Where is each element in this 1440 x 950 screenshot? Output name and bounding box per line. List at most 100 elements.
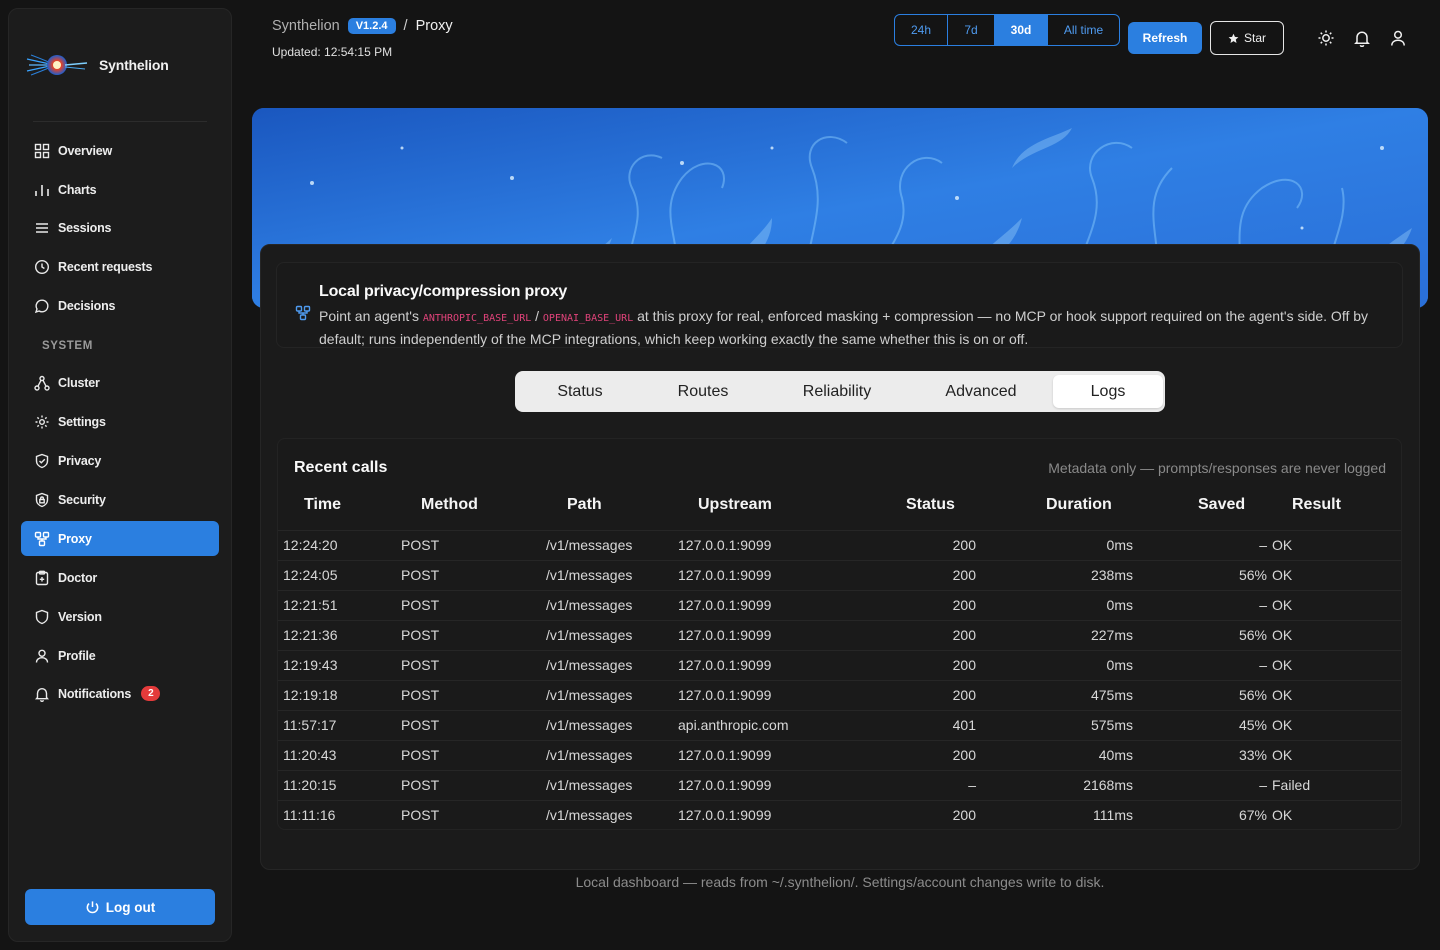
sidebar-item-overview[interactable]: Overview [21, 133, 219, 168]
cell-method: POST [401, 687, 440, 703]
table-row[interactable]: 11:20:15 POST/v1/messages 127.0.0.1:9099 – 2… [278, 770, 1401, 800]
table-row[interactable]: 11:20:43 POST/v1/messages 127.0.0.1:9099 20… [278, 740, 1401, 770]
cell-result: Failed [1272, 777, 1311, 793]
cluster-icon [34, 375, 50, 391]
cell-status: 200 [952, 747, 976, 763]
cell-duration: 0ms [1106, 657, 1133, 673]
cell-method: POST [401, 807, 440, 823]
sidebar-item-label: Settings [58, 414, 106, 429]
cell-method: POST [401, 627, 440, 643]
table-row[interactable]: 12:19:43 POST/v1/messages 127.0.0.1:9099 20… [278, 650, 1401, 680]
sidebar-item-label: Proxy [58, 531, 92, 546]
column-header-path[interactable]: Path [567, 496, 602, 514]
cell-method: POST [401, 747, 440, 763]
cell-path: /v1/messages [546, 777, 633, 793]
table-row[interactable]: 12:19:18 POST/v1/messages 127.0.0.1:9099 20… [278, 680, 1401, 710]
footer-note: Local dashboard — reads from ~/.syntheli… [575, 874, 1105, 890]
sidebar-item-decisions[interactable]: Decisions [21, 288, 219, 323]
column-header-method[interactable]: Method [421, 496, 478, 514]
cell-upstream: 127.0.0.1:9099 [678, 627, 772, 643]
cell-saved: 56% [1238, 567, 1267, 583]
sidebar-item-privacy[interactable]: Privacy [21, 443, 219, 478]
sidebar-item-security[interactable]: Security [21, 482, 219, 517]
column-header-time[interactable]: Time [304, 496, 341, 514]
cell-method: POST [401, 657, 440, 673]
cell-saved: 67% [1238, 807, 1267, 823]
range-all-time[interactable]: All time [1048, 15, 1119, 45]
cell-result: OK [1272, 747, 1293, 763]
cell-result: OK [1272, 717, 1293, 733]
table-row[interactable]: 11:57:17 POST/v1/messages api.anthropic.co… [278, 710, 1401, 740]
env-var-anthropic: ANTHROPIC_BASE_URL [422, 313, 532, 324]
sidebar-item-version[interactable]: Version [21, 599, 219, 634]
tab-routes[interactable]: Routes [641, 375, 765, 408]
cell-saved: – [1259, 537, 1267, 553]
tab-status[interactable]: Status [519, 375, 641, 408]
account-user-icon[interactable] [1389, 29, 1407, 47]
sidebar-item-label: Security [58, 492, 106, 507]
cell-result: OK [1272, 537, 1293, 553]
recent-calls-note: Metadata only — prompts/responses are ne… [1048, 460, 1386, 476]
sidebar-item-label: Profile [58, 648, 96, 663]
notifications-bell-icon[interactable] [1353, 29, 1371, 47]
table-row[interactable]: 11:11:16 POST/v1/messages 127.0.0.1:9099 20… [278, 800, 1401, 829]
sidebar-item-notifications[interactable]: Notifications 2 [21, 676, 219, 711]
logout-button[interactable]: Log out [25, 889, 215, 925]
column-header-upstream[interactable]: Upstream [698, 496, 772, 514]
proxy-info-callout: Local privacy/compression proxy Point an… [276, 262, 1403, 348]
brand[interactable]: Synthelion [25, 49, 169, 81]
cell-status: – [968, 777, 976, 793]
range-7d[interactable]: 7d [948, 15, 995, 45]
cell-result: OK [1272, 807, 1293, 823]
sidebar-item-recent-requests[interactable]: Recent requests [21, 249, 219, 284]
proxy-tabs: Status Routes Reliability Advanced Logs [515, 371, 1165, 412]
shield-icon [35, 609, 49, 624]
notification-count-badge: 2 [141, 686, 161, 701]
sidebar-item-profile[interactable]: Profile [21, 638, 219, 673]
column-header-saved[interactable]: Saved [1198, 496, 1245, 514]
star-button[interactable]: Star [1210, 21, 1284, 55]
cell-upstream: api.anthropic.com [678, 717, 789, 733]
sidebar-item-proxy[interactable]: Proxy [21, 521, 219, 556]
power-icon [86, 900, 99, 913]
cell-result: OK [1272, 567, 1293, 583]
table-row[interactable]: 12:21:36 POST/v1/messages 127.0.0.1:9099 20… [278, 620, 1401, 650]
range-30d[interactable]: 30d [995, 15, 1048, 45]
star-icon [1228, 33, 1239, 43]
cell-time: 11:11:16 [283, 807, 336, 823]
cell-saved: – [1259, 657, 1267, 673]
sidebar-item-settings[interactable]: Settings [21, 404, 219, 439]
breadcrumb-app[interactable]: Synthelion [272, 18, 340, 34]
cell-path: /v1/messages [546, 537, 633, 553]
sidebar-item-label: Doctor [58, 570, 98, 585]
tab-reliability[interactable]: Reliability [765, 375, 909, 408]
cell-time: 12:21:51 [283, 597, 338, 613]
shield-check-icon [35, 453, 49, 468]
cell-saved: 56% [1238, 687, 1267, 703]
column-header-result[interactable]: Result [1292, 496, 1341, 514]
recent-calls-card: Recent calls Metadata only — prompts/res… [277, 438, 1402, 830]
sidebar-item-cluster[interactable]: Cluster [21, 365, 219, 400]
user-icon [35, 649, 49, 663]
sidebar-item-doctor[interactable]: Doctor [21, 560, 219, 595]
table-row[interactable]: 12:21:51 POST/v1/messages 127.0.0.1:9099 20… [278, 590, 1401, 620]
clock-icon [34, 259, 50, 274]
refresh-button[interactable]: Refresh [1128, 22, 1202, 54]
sidebar-item-charts[interactable]: Charts [21, 172, 219, 207]
range-24h[interactable]: 24h [895, 15, 948, 45]
cell-duration: 475ms [1090, 687, 1133, 703]
sidebar-item-label: Overview [58, 143, 112, 158]
table-row[interactable]: 12:24:20 POST/v1/messages 127.0.0.1:9099 20… [278, 530, 1401, 560]
table-row[interactable]: 12:24:05 POST/v1/messages 127.0.0.1:9099 20… [278, 560, 1401, 590]
column-header-duration[interactable]: Duration [1046, 496, 1112, 514]
tab-logs[interactable]: Logs [1053, 375, 1163, 408]
version-badge: V1.2.4 [347, 18, 396, 34]
cell-status: 200 [952, 597, 976, 613]
theme-toggle-sun-icon[interactable] [1317, 29, 1335, 47]
tab-advanced[interactable]: Advanced [909, 375, 1053, 408]
column-header-status[interactable]: Status [906, 496, 955, 514]
cell-status: 200 [952, 657, 976, 673]
cell-duration: 111ms [1093, 807, 1133, 823]
sidebar-item-sessions[interactable]: Sessions [21, 210, 219, 245]
brand-logo [25, 49, 89, 81]
